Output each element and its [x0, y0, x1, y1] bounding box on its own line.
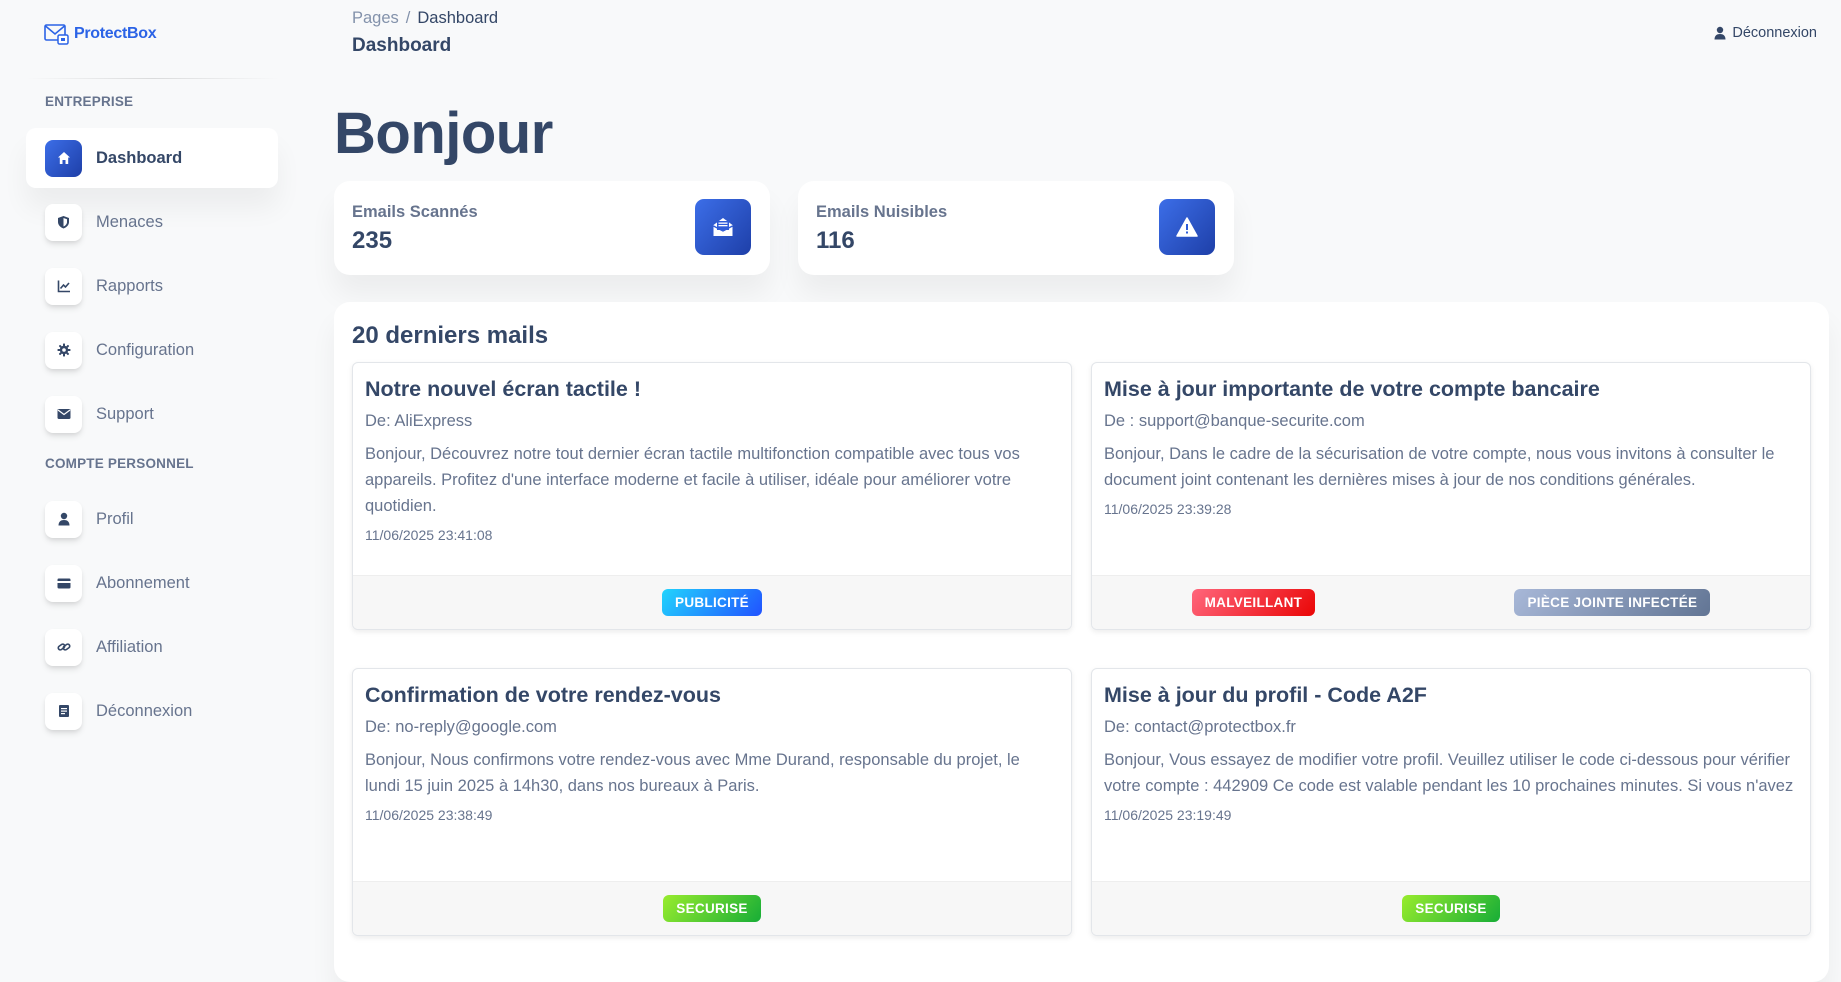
shield-icon — [45, 203, 82, 241]
stat-label: Emails Scannés — [352, 203, 478, 221]
mail-footer: PUBLICITÉ — [353, 575, 1071, 629]
mail-subject: Mise à jour du profil - Code A2F — [1104, 683, 1427, 707]
mail-date: 11/06/2025 23:39:28 — [1104, 501, 1232, 517]
sidebar-item-label: Configuration — [96, 340, 195, 359]
mail-sender: De : support@banque-securite.com — [1104, 412, 1365, 430]
sidebar-item-label: Support — [96, 404, 154, 423]
link-icon — [45, 628, 82, 666]
logout-label: Déconnexion — [1732, 25, 1817, 41]
sidebar-item-label: Affiliation — [96, 637, 163, 656]
mail-sender: De: AliExpress — [365, 412, 473, 430]
sidebar-item-abonnement[interactable]: Abonnement — [26, 553, 278, 613]
envelope-shield-icon — [44, 24, 69, 45]
sidebar: ProtectBox ENTREPRISE Dashboard Menaces … — [0, 0, 300, 958]
mail-subject: Confirmation de votre rendez-vous — [365, 683, 721, 707]
chart-line-icon — [45, 267, 82, 305]
home-icon — [45, 139, 82, 177]
status-badge: PIÈCE JOINTE INFECTÉE — [1514, 589, 1711, 616]
sidebar-item-rapports[interactable]: Rapports — [26, 256, 278, 316]
status-badge: PUBLICITÉ — [662, 589, 762, 616]
breadcrumb-current: Dashboard — [417, 9, 499, 27]
mail-preview: Bonjour, Dans le cadre de la sécurisatio… — [1104, 445, 1775, 489]
mail-sender: De: contact@protectbox.fr — [1104, 718, 1296, 736]
recent-mails-title: 20 derniers mails — [352, 322, 549, 349]
section-title-personal: COMPTE PERSONNEL — [45, 456, 194, 471]
sidebar-item-label: Abonnement — [96, 573, 190, 592]
sidebar-item-label: Menaces — [96, 212, 163, 231]
recent-mails-panel: 20 derniers mails Notre nouvel écran tac… — [334, 302, 1829, 982]
user-icon — [45, 500, 82, 538]
user-icon — [1714, 26, 1726, 40]
mail-card[interactable]: Notre nouvel écran tactile ! De: AliExpr… — [352, 362, 1072, 630]
brand-name: ProtectBox — [74, 25, 157, 42]
credit-card-icon — [45, 564, 82, 602]
mail-footer: SECURISE — [353, 881, 1071, 935]
mail-date: 11/06/2025 23:19:49 — [1104, 807, 1232, 823]
mail-card[interactable]: Mise à jour importante de votre compte b… — [1091, 362, 1811, 630]
sidebar-item-profil[interactable]: Profil — [26, 489, 278, 549]
sidebar-item-menaces[interactable]: Menaces — [26, 192, 278, 252]
brand-logo[interactable]: ProtectBox — [44, 22, 157, 46]
warning-icon — [1159, 199, 1215, 255]
page-title: Dashboard — [352, 35, 452, 56]
stat-label: Emails Nuisibles — [816, 203, 948, 221]
sidebar-item-configuration[interactable]: Configuration — [26, 320, 278, 380]
sidebar-item-deconnexion[interactable]: Déconnexion — [26, 681, 278, 741]
mail-card[interactable]: Confirmation de votre rendez-vous De: no… — [352, 668, 1072, 936]
mail-card[interactable]: Mise à jour du profil - Code A2F De: con… — [1091, 668, 1811, 936]
mail-preview: Bonjour, Vous essayez de modifier votre … — [1104, 751, 1794, 795]
stat-value: 116 — [816, 227, 855, 254]
sidebar-item-label: Profil — [96, 509, 134, 528]
mail-preview: Bonjour, Découvrez notre tout dernier éc… — [365, 445, 1020, 515]
gear-icon — [45, 331, 82, 369]
stat-card-scanned: Emails Scannés 235 — [334, 181, 770, 275]
sidebar-item-label: Rapports — [96, 276, 163, 295]
mail-footer: MALVEILLANT PIÈCE JOINTE INFECTÉE — [1092, 575, 1810, 629]
sidebar-item-affiliation[interactable]: Affiliation — [26, 617, 278, 677]
document-icon — [45, 692, 82, 730]
sidebar-item-label: Déconnexion — [96, 701, 193, 720]
greeting-heading: Bonjour — [334, 101, 553, 166]
sidebar-item-label: Dashboard — [96, 148, 183, 167]
sidebar-item-dashboard[interactable]: Dashboard — [26, 128, 278, 188]
section-title-company: ENTREPRISE — [45, 94, 134, 109]
mail-date: 11/06/2025 23:41:08 — [365, 527, 493, 543]
mail-footer: SECURISE — [1092, 881, 1810, 935]
envelope-icon — [45, 395, 82, 433]
mail-date: 11/06/2025 23:38:49 — [365, 807, 493, 823]
sidebar-divider — [26, 78, 280, 79]
breadcrumb: Pages / Dashboard — [352, 9, 498, 28]
stat-value: 235 — [352, 227, 393, 254]
status-badge: MALVEILLANT — [1191, 589, 1316, 616]
breadcrumb-separator: / — [405, 9, 411, 27]
envelope-open-icon — [695, 199, 751, 255]
stat-card-harmful: Emails Nuisibles 116 — [798, 181, 1234, 275]
status-badge: SECURISE — [1402, 895, 1500, 922]
logout-button[interactable]: Déconnexion — [1714, 25, 1817, 41]
mail-subject: Notre nouvel écran tactile ! — [365, 377, 641, 401]
status-badge: SECURISE — [663, 895, 761, 922]
mail-subject: Mise à jour importante de votre compte b… — [1104, 377, 1600, 401]
sidebar-item-support[interactable]: Support — [26, 384, 278, 444]
mail-sender: De: no-reply@google.com — [365, 718, 557, 736]
breadcrumb-root[interactable]: Pages — [352, 9, 399, 27]
mail-preview: Bonjour, Nous confirmons votre rendez-vo… — [365, 751, 1020, 795]
